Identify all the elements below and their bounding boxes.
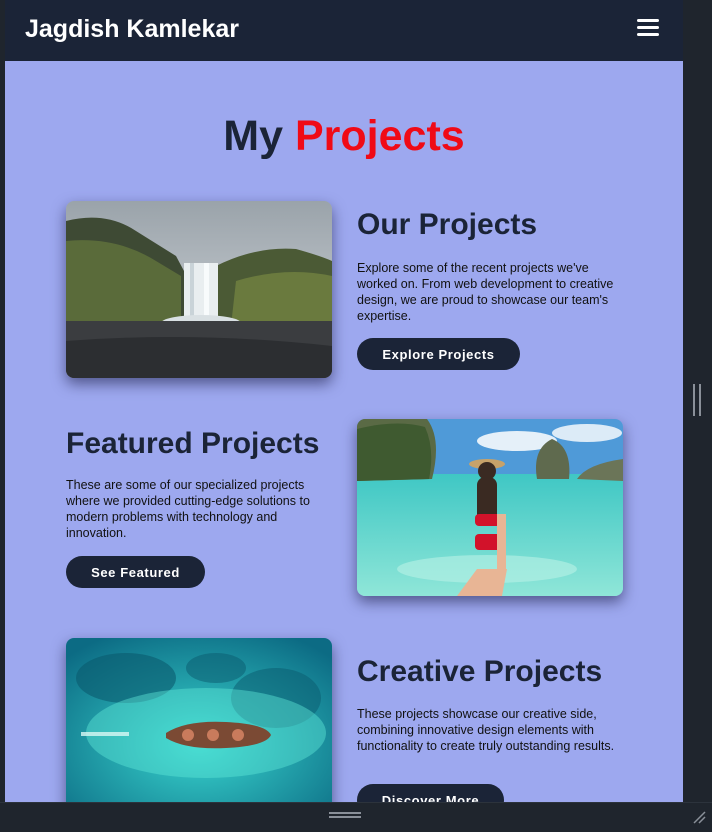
beach-image (357, 419, 623, 596)
project-description-featured: These are some of our specialized projec… (66, 478, 310, 540)
right-resize-gutter (683, 0, 712, 802)
navbar: Jagdish Kamlekar (5, 0, 683, 61)
discover-more-button[interactable]: Discover More (357, 784, 504, 802)
project-title-creative: Creative Projects (357, 655, 603, 688)
project-description-our: Explore some of the recent projects we'v… (357, 261, 614, 323)
bottom-resize-bar (0, 802, 712, 832)
waterfall-image (66, 201, 332, 378)
project-title-our: Our Projects (357, 208, 538, 241)
shipwreck-image (66, 638, 332, 802)
see-featured-button[interactable]: See Featured (66, 556, 205, 588)
hamburger-menu-icon[interactable] (637, 19, 659, 37)
project-description-creative: These projects showcase our creative sid… (357, 707, 615, 753)
vertical-drag-handle-icon[interactable] (693, 384, 701, 416)
project-title-featured: Featured Projects (66, 427, 320, 460)
page-viewport: Jagdish Kamlekar My Projects Our Project… (5, 0, 683, 802)
resize-corner-icon[interactable] (692, 810, 706, 824)
page-title: My Projects (5, 112, 683, 161)
explore-projects-button[interactable]: Explore Projects (357, 338, 520, 370)
horizontal-drag-handle-icon[interactable] (329, 812, 361, 818)
brand-name[interactable]: Jagdish Kamlekar (25, 15, 239, 44)
page-title-part1: My (223, 112, 284, 160)
page-title-part2: Projects (294, 112, 465, 160)
